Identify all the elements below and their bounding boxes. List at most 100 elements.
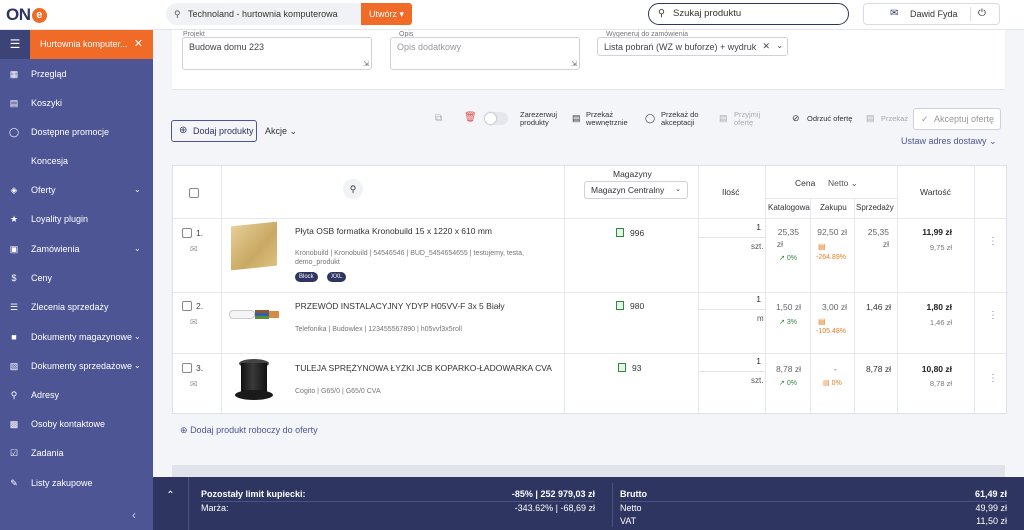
menu-icon[interactable]: ☰ <box>0 30 30 59</box>
generate-select[interactable]: Lista pobrań (WZ w buforze) + wydruk ✕ ⌄ <box>597 37 788 56</box>
reserve-toggle[interactable] <box>484 112 508 125</box>
bulb-icon: ◯ <box>8 127 20 137</box>
comment-icon[interactable]: ✉ <box>190 244 198 255</box>
product-name[interactable]: Płyta OSB formatka Kronobuild 15 x 1220 … <box>295 226 492 236</box>
comment-icon[interactable]: ✉ <box>190 317 198 328</box>
header-price: Cena <box>795 178 816 188</box>
product-search-input[interactable]: ⚲ Szukaj produktu <box>648 3 849 25</box>
product-meta: Telefonika | Budowlex | 123455567890 | h… <box>295 326 462 333</box>
user-name: Dawid Fyda <box>910 9 958 19</box>
qty-input[interactable]: 1 <box>699 294 765 310</box>
purchase-pct: -264.89% <box>816 254 846 261</box>
header-sales: Sprzedaży <box>856 203 894 212</box>
header-purchase: Zakupu <box>820 203 847 212</box>
reject-offer-button[interactable]: Odrzuć ofertę <box>807 115 852 123</box>
qty-input[interactable]: 1 <box>699 356 765 372</box>
context-selector[interactable]: ⚲ Technoland - hurtownia komputerowa <box>166 3 362 25</box>
clear-icon[interactable]: ✕ <box>762 41 770 52</box>
product-image-osb <box>231 221 277 271</box>
select-all-checkbox[interactable] <box>189 188 199 198</box>
search-icon[interactable]: ⚲ <box>343 179 363 199</box>
top-bar: ON e ⚲ Technoland - hurtownia komputerowa… <box>0 0 1024 30</box>
row-value: 1,80 zł <box>926 302 952 312</box>
trash-icon[interactable]: 🗑 <box>464 113 477 123</box>
catalog-price: 8,78 zł <box>775 364 801 374</box>
row-number: 2. <box>196 301 204 311</box>
sales-price[interactable]: 25,35 <box>863 227 889 237</box>
sidebar-header: ☰ Hurtownia komputer... ✕ <box>0 30 153 59</box>
sidebar-item-adresy[interactable]: ⚲ Adresy <box>0 384 153 406</box>
product-name[interactable]: TULEJA SPRĘŻYNOWA ŁYŻKI JCB KOPARKO-ŁADO… <box>295 363 552 373</box>
chevron-down-icon: ⌄ <box>134 361 141 370</box>
search-placeholder: Szukaj produktu <box>673 8 742 19</box>
close-icon[interactable]: ✕ <box>134 30 143 59</box>
box-icon: ■ <box>11 332 17 342</box>
accept-offer-button[interactable]: ✓ Akceptuj ofertę <box>913 108 1001 130</box>
resize-icon: ⇲ <box>363 61 369 68</box>
price-type-select[interactable]: Netto ⌄ <box>828 178 858 189</box>
row-menu-icon[interactable]: ⋮ <box>988 310 998 321</box>
badge-block: Block <box>295 272 318 282</box>
row-checkbox[interactable] <box>182 228 192 238</box>
qty-input[interactable]: 1 <box>699 222 765 238</box>
user-menu[interactable]: ✉ Dawid Fyda ⏻ <box>863 3 1000 25</box>
sidebar-item-oferty[interactable]: ◈ Oferty ⌄ <box>0 179 153 201</box>
purchase-icon: ▤ <box>818 317 826 326</box>
product-name[interactable]: PRZEWÓD INSTALACYJNY YDYP H05VV-F 3x 5 B… <box>295 301 505 311</box>
row-checkbox[interactable] <box>182 301 192 311</box>
set-delivery-address-link[interactable]: Ustaw adres dostawy ⌄ <box>901 136 997 147</box>
reject-icon: ⊘ <box>792 113 800 123</box>
row-value: 10,80 zł <box>921 364 952 374</box>
purchase-pct: -105.48% <box>816 328 846 335</box>
sidebar-item-ceny[interactable]: $ Ceny <box>0 267 153 289</box>
sidebar-item-dok-magazynowe[interactable]: ■ Dokumenty magazynowe ⌄ <box>0 326 153 348</box>
copy-icon[interactable]: ⧉ <box>435 114 442 124</box>
gross-label: Brutto <box>620 489 647 499</box>
collapse-sidebar-icon[interactable]: ‹ <box>132 508 136 522</box>
comment-icon[interactable]: ✉ <box>190 379 198 390</box>
sidebar-item-koncesja[interactable]: Koncesja <box>0 150 153 172</box>
add-draft-product-link[interactable]: ⊕ Dodaj produkt roboczy do oferty <box>180 425 318 436</box>
sidebar-item-koszyki[interactable]: ▤ Koszyki <box>0 92 153 114</box>
main-content: Projekt Budowa domu 223 ⇲ Opis Opis dodat… <box>153 30 1024 477</box>
add-products-button[interactable]: ⊕ Dodaj produkty <box>171 120 257 142</box>
sales-price[interactable]: 1,46 zł <box>861 302 891 312</box>
sidebar-item-zadania[interactable]: ☑ Zadania <box>0 442 153 464</box>
pass-approval-button[interactable]: Przekaż do akceptacji <box>661 111 705 127</box>
sidebar-item-dok-sprzedazowe[interactable]: ▧ Dokumenty sprzedażowe ⌄ <box>0 355 153 377</box>
power-icon[interactable]: ⏻ <box>978 4 986 24</box>
sidebar-item-przeglad[interactable]: ▦ Przegląd <box>0 63 153 85</box>
accept-offer-small-button[interactable]: Przyjmij ofertę <box>734 111 768 127</box>
sidebar-item-zamowienia[interactable]: ▣ Zamówienia ⌄ <box>0 238 153 260</box>
sidebar-item-loyality[interactable]: ★ Loyality plugin <box>0 208 153 230</box>
sales-price[interactable]: 8,78 zł <box>861 364 891 374</box>
summary-footer: ⌃ Pozostały limit kupiecki: -85% | 252 9… <box>153 477 1024 530</box>
header-warehouses: Magazyny <box>613 169 652 179</box>
purchase-price: - <box>834 364 837 374</box>
row-menu-icon[interactable]: ⋮ <box>988 373 998 384</box>
create-button[interactable]: Utwórz ▾ <box>361 3 412 25</box>
internal-icon: ▤ <box>572 113 581 123</box>
sidebar-item-promocje[interactable]: ◯ Dostępne promocje <box>0 121 153 143</box>
row-menu-icon[interactable]: ⋮ <box>988 236 998 247</box>
open-tab-label: Hurtownia komputer... <box>40 39 128 49</box>
purchase-price: 92,50 zł <box>817 227 847 237</box>
sidebar-item-osoby[interactable]: ▩ Osoby kontaktowe <box>0 413 153 435</box>
pass-internal-button[interactable]: Przekaż wewnętrznie <box>586 111 630 127</box>
sidebar-item-listy[interactable]: ✎ Listy zakupowe <box>0 472 153 494</box>
print-button[interactable]: Przekaż <box>881 115 908 123</box>
row-checkbox[interactable] <box>182 363 192 373</box>
project-field[interactable]: Budowa domu 223 ⇲ <box>182 37 372 70</box>
app-logo[interactable]: ON e <box>6 5 47 25</box>
chevron-up-icon[interactable]: ⌃ <box>153 477 189 530</box>
description-field[interactable]: Opis dodatkowy ⇲ <box>390 37 580 70</box>
sidebar-item-zlecenia[interactable]: ☰ Zlecenia sprzedaży <box>0 296 153 318</box>
warehouse-select[interactable]: Magazyn Centralny ⌄ <box>584 181 688 199</box>
row-number: 3. <box>196 363 204 373</box>
limit-label: Pozostały limit kupiecki: <box>201 489 306 499</box>
actions-dropdown[interactable]: Akcje ⌄ <box>265 126 297 137</box>
mail-icon[interactable]: ✉ <box>890 4 898 24</box>
cart-list-icon: ✎ <box>10 478 18 488</box>
open-tab[interactable]: Hurtownia komputer... ✕ <box>30 30 153 59</box>
window-icon: ▣ <box>9 244 19 254</box>
